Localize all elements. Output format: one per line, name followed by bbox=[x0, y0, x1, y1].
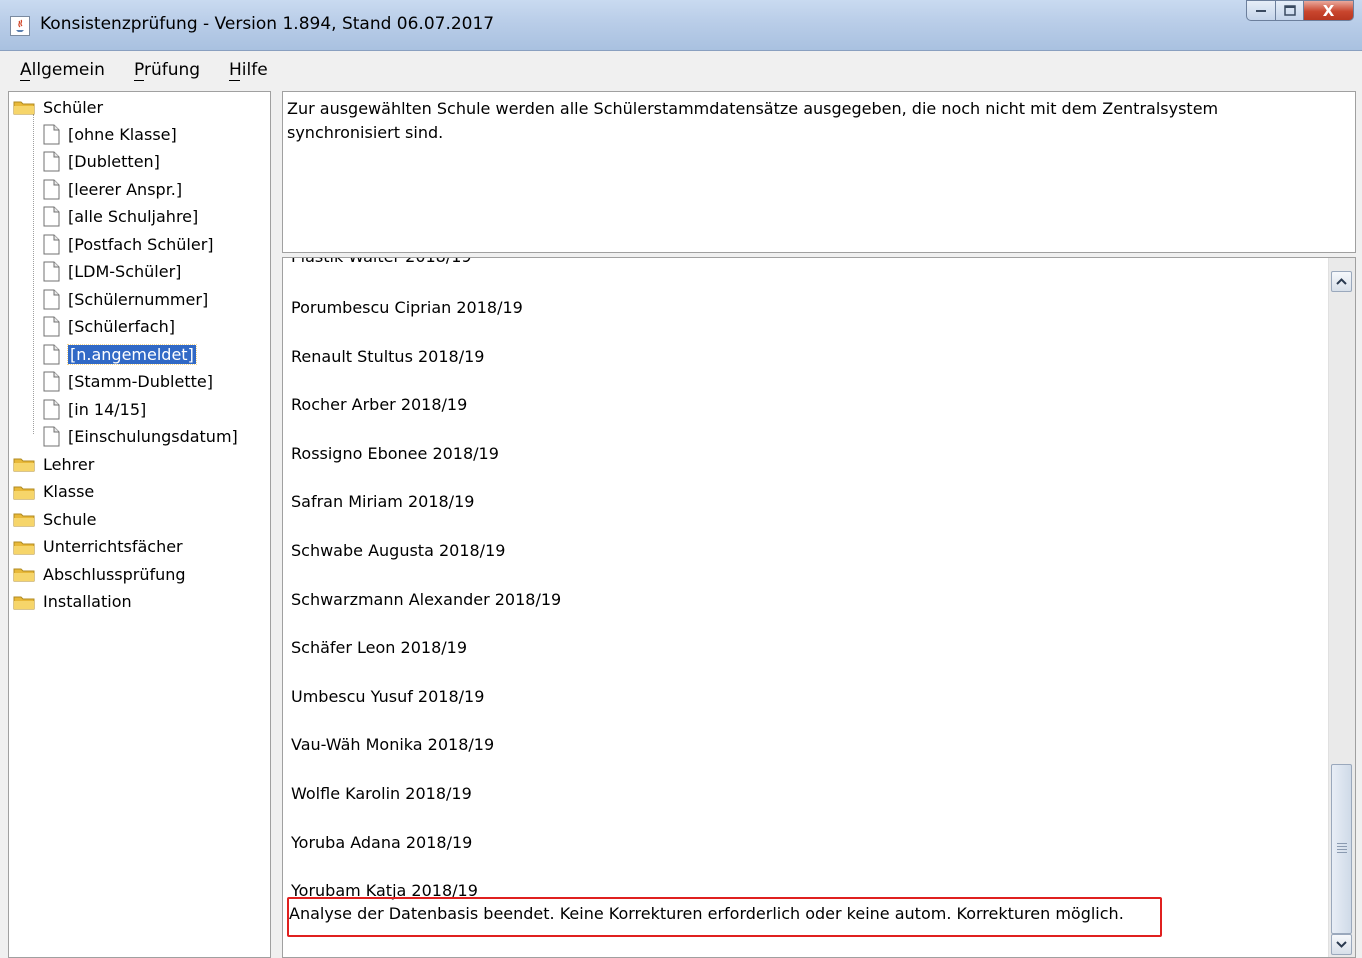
tree-node-label: Installation bbox=[43, 592, 132, 611]
tree-leaf-label: [n.angemeldet] bbox=[67, 343, 197, 365]
tree-leaf-label: [Dubletten] bbox=[68, 152, 160, 171]
tree-leaf-label: [Schülernummer] bbox=[68, 289, 209, 309]
tree-leaf-label: [Einschulungsdatum] bbox=[68, 427, 238, 446]
tree-leaf-item[interactable]: [Schülerfach] bbox=[43, 314, 175, 340]
tree-leaf-item[interactable]: [n.angemeldet] bbox=[43, 341, 197, 367]
list-item: Yoruba Adana 2018/19 bbox=[291, 832, 473, 852]
list-item: Safran Miriam 2018/19 bbox=[291, 492, 475, 512]
document-icon bbox=[43, 179, 60, 199]
tree-leaf-label: [LDM-Schüler] bbox=[68, 262, 182, 281]
maximize-icon bbox=[1283, 5, 1296, 16]
tree-leaf-item[interactable]: [LDM-Schüler] bbox=[43, 259, 181, 285]
tree-leaf-label: [ohne Klasse] bbox=[68, 124, 177, 144]
folder-icon bbox=[13, 541, 35, 554]
document-icon bbox=[43, 261, 60, 282]
document-icon bbox=[43, 344, 60, 364]
minimize-button[interactable] bbox=[1246, 0, 1276, 21]
folder-icon bbox=[13, 458, 35, 472]
menu-allgemein[interactable]: Allgemein bbox=[20, 60, 105, 80]
folder-icon bbox=[13, 101, 35, 115]
chevron-up-icon bbox=[1336, 278, 1347, 285]
tree-leaf-label: [Schülerfach] bbox=[68, 317, 175, 336]
menu-mnemonic-underlines bbox=[20, 80, 240, 81]
tree-connector bbox=[33, 114, 34, 434]
status-message: Analyse der Datenbasis beendet. Keine Ko… bbox=[289, 904, 1124, 923]
scroll-down-button[interactable] bbox=[1331, 934, 1352, 955]
folder-icon bbox=[13, 596, 35, 609]
list-item: Schwabe Augusta 2018/19 bbox=[291, 541, 506, 560]
tree-leaf-item[interactable]: [leerer Anspr.] bbox=[43, 176, 182, 202]
tree-leaf-label: [alle Schuljahre] bbox=[68, 207, 199, 226]
tree-leaf-label: [leerer Anspr.] bbox=[68, 179, 183, 199]
tree-node-schueler[interactable]: Schüler bbox=[13, 94, 103, 120]
tree-node-folder[interactable]: Abschlussprüfung bbox=[13, 561, 186, 587]
title-bar: Konsistenzprüfung - Version 1.894, Stand… bbox=[0, 0, 1362, 51]
category-tree: Schüler [ohne Klasse] [Dubletten] [leerer … bbox=[8, 91, 271, 958]
list-item: Umbescu Yusuf 2018/19 bbox=[291, 686, 485, 706]
vertical-scrollbar[interactable] bbox=[1328, 258, 1355, 957]
tree-leaf-label: [Postfach Schüler] bbox=[68, 234, 214, 254]
tree-node-folder[interactable]: Schule bbox=[13, 506, 97, 532]
list-item: Wolfle Karolin 2018/19 bbox=[291, 784, 472, 803]
tree-leaf-label: [Stamm-Dublette] bbox=[68, 372, 213, 391]
list-item: Schäfer Leon 2018/19 bbox=[291, 638, 467, 658]
tree-node-label: Schule bbox=[43, 509, 97, 529]
description-line-2: synchronisiert sind. bbox=[287, 123, 444, 142]
tree-node-folder[interactable]: Installation bbox=[13, 589, 132, 615]
minimize-icon bbox=[1256, 9, 1266, 12]
document-icon bbox=[43, 124, 60, 144]
document-icon bbox=[43, 316, 60, 337]
document-icon bbox=[43, 371, 60, 392]
folder-icon bbox=[13, 568, 35, 582]
document-icon bbox=[43, 234, 60, 254]
tree-node-label: Abschlussprüfung bbox=[43, 564, 186, 584]
folder-icon bbox=[13, 486, 35, 499]
tree-node-folder[interactable]: Unterrichtsfächer bbox=[13, 534, 183, 560]
menu-pruefung[interactable]: Prüfung bbox=[134, 60, 200, 80]
list-item: Schwarzmann Alexander 2018/19 bbox=[291, 589, 562, 609]
list-item: Vau-Wäh Monika 2018/19 bbox=[291, 735, 495, 755]
tree-leaf-item[interactable]: [Postfach Schüler] bbox=[43, 231, 214, 257]
tree-node-label: Unterrichtsfächer bbox=[43, 537, 183, 556]
tree-leaf-label: [in 14/15] bbox=[68, 399, 147, 419]
chevron-down-icon bbox=[1336, 941, 1347, 948]
description-line-1: Zur ausgewählten Schule werden alle Schü… bbox=[287, 99, 1219, 118]
result-list[interactable]: Plastik Walter 2018/19 Porumbescu Cipria… bbox=[282, 257, 1356, 958]
tree-node-folder[interactable]: Lehrer bbox=[13, 451, 94, 477]
window-title: Konsistenzprüfung - Version 1.894, Stand… bbox=[40, 14, 495, 34]
list-item: Porumbescu Ciprian 2018/19 bbox=[291, 298, 523, 317]
list-item: Rocher Arber 2018/19 bbox=[291, 395, 468, 415]
tree-leaf-item[interactable]: [Dubletten] bbox=[43, 149, 160, 175]
menu-bar: Allgemein Prüfung Hilfe bbox=[0, 51, 1362, 91]
tree-leaf-item[interactable]: [alle Schuljahre] bbox=[43, 204, 198, 230]
document-icon bbox=[43, 289, 60, 309]
tree-leaf-item[interactable]: [ohne Klasse] bbox=[43, 121, 177, 147]
list-item: Rossigno Ebonee 2018/19 bbox=[291, 443, 499, 463]
tree-leaf-item[interactable]: [Stamm-Dublette] bbox=[43, 369, 213, 395]
folder-icon bbox=[13, 513, 35, 527]
list-item-partial: Plastik Walter 2018/19 bbox=[291, 258, 472, 266]
tree-leaf-item[interactable]: [Einschulungsdatum] bbox=[43, 424, 238, 450]
document-icon bbox=[43, 399, 60, 419]
maximize-button[interactable] bbox=[1276, 0, 1304, 21]
close-button[interactable]: X bbox=[1304, 0, 1354, 21]
scroll-thumb[interactable] bbox=[1331, 764, 1352, 934]
document-icon bbox=[43, 426, 60, 447]
scroll-up-button[interactable] bbox=[1331, 271, 1352, 292]
java-app-icon bbox=[10, 16, 30, 36]
document-icon bbox=[43, 151, 60, 172]
tree-node-label: Lehrer bbox=[43, 454, 95, 474]
tree-leaf-item[interactable]: [Schülernummer] bbox=[43, 286, 208, 312]
list-item: Renault Stultus 2018/19 bbox=[291, 346, 485, 366]
description-panel: Zur ausgewählten Schule werden alle Schü… bbox=[282, 91, 1356, 253]
menu-hilfe[interactable]: Hilfe bbox=[229, 60, 268, 80]
tree-node-label: Schüler bbox=[43, 97, 104, 117]
tree-node-label: Klasse bbox=[43, 482, 95, 501]
tree-leaf-item[interactable]: [in 14/15] bbox=[43, 396, 146, 422]
tree-node-folder[interactable]: Klasse bbox=[13, 479, 94, 505]
document-icon bbox=[43, 206, 60, 227]
close-icon: X bbox=[1322, 1, 1335, 20]
